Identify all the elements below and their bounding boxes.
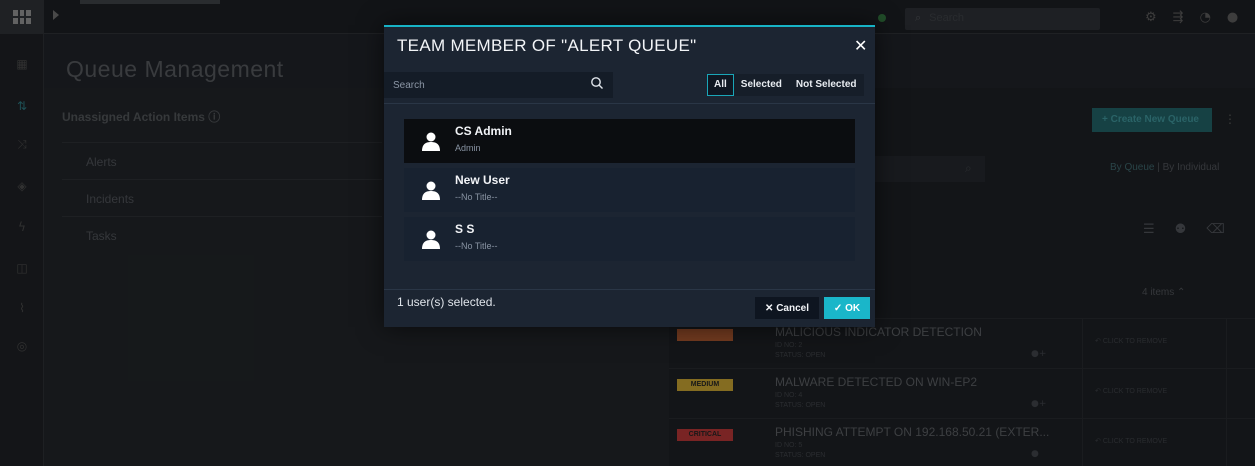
user-title: Admin — [455, 143, 481, 153]
modal-title: TEAM MEMBER OF "ALERT QUEUE" — [397, 36, 697, 55]
user-row-new-user[interactable]: New User --No Title-- — [404, 168, 855, 212]
divider — [384, 103, 875, 104]
check-icon: ✓ — [833, 302, 843, 314]
filter-all-button[interactable]: All — [707, 74, 734, 96]
user-title: --No Title-- — [455, 241, 498, 251]
close-icon[interactable]: ✕ — [854, 36, 867, 55]
divider — [384, 289, 875, 290]
user-avatar-icon — [422, 230, 440, 249]
filter-selected-button[interactable]: Selected — [733, 74, 789, 96]
team-member-modal: TEAM MEMBER OF "ALERT QUEUE" ✕ All Selec… — [384, 25, 875, 327]
user-search-input[interactable] — [384, 72, 613, 98]
user-name: S S — [455, 222, 475, 236]
search-icon[interactable] — [590, 76, 604, 90]
selected-count: 1 user(s) selected. — [397, 295, 496, 309]
filter-not-selected-button[interactable]: Not Selected — [788, 74, 864, 96]
user-filter-group: All Selected Not Selected — [707, 74, 864, 96]
user-list: CS Admin Admin New User --No Title-- S S… — [404, 119, 855, 266]
cancel-button[interactable]: ✕ Cancel — [755, 297, 819, 319]
user-name: New User — [455, 173, 510, 187]
close-icon: ✕ — [765, 302, 774, 314]
user-row-s-s[interactable]: S S --No Title-- — [404, 217, 855, 261]
ok-button[interactable]: ✓ OK — [824, 297, 870, 319]
user-title: --No Title-- — [455, 192, 498, 202]
app-root: ⌕ Search ⚙ ⇶ ◔ ● ▦ ⇅ ⤨ ◈ ϟ ◫ ⌇ ◎ Queue Ma… — [0, 0, 1255, 466]
user-name: CS Admin — [455, 124, 512, 138]
user-avatar-icon — [422, 132, 440, 151]
user-avatar-icon — [422, 181, 440, 200]
user-row-cs-admin[interactable]: CS Admin Admin — [404, 119, 855, 163]
